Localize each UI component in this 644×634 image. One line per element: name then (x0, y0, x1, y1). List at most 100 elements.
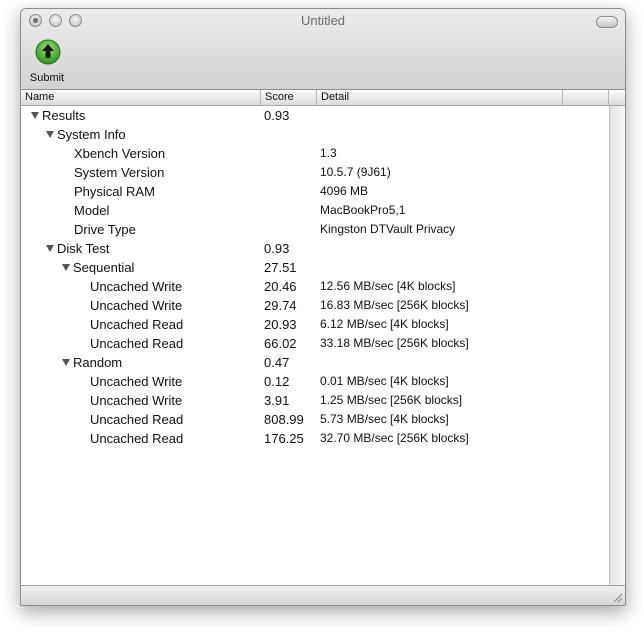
row-name-cell: Physical RAM (74, 182, 155, 201)
row-name-cell: Uncached Write (90, 296, 182, 315)
row-name-label: Uncached Read (90, 317, 184, 332)
row-name-cell: Drive Type (74, 220, 136, 239)
outline-row[interactable]: Xbench Version 1.3 (21, 144, 609, 163)
row-detail: 1.25 MB/sec [256K blocks] (320, 393, 463, 407)
row-detail: Kingston DTVault Privacy (320, 222, 456, 236)
row-name-label: Uncached Write (90, 374, 183, 389)
row-detail: 16.83 MB/sec [256K blocks] (320, 298, 469, 312)
row-score: 27.51 (264, 260, 297, 275)
outline-row[interactable]: Uncached Write 0.12 0.01 MB/sec [4K blocks… (21, 372, 609, 391)
row-score: 20.46 (264, 279, 297, 294)
row-name-cell: Sequential (62, 258, 134, 277)
submit-button[interactable]: Submit (27, 39, 67, 87)
outline-row[interactable]: System Version 10.5.7 (9J61) (21, 163, 609, 182)
outline-row[interactable]: Drive Type Kingston DTVault Privacy (21, 220, 609, 239)
row-score: 20.93 (264, 317, 297, 332)
row-name-cell: Random (62, 353, 122, 372)
disclosure-triangle-icon[interactable] (31, 112, 39, 119)
row-name-cell: Uncached Write (90, 277, 182, 296)
column-header-name[interactable]: Name (21, 90, 261, 105)
row-detail: 5.73 MB/sec [4K blocks] (320, 412, 449, 426)
row-name-label: Physical RAM (74, 184, 155, 199)
row-name-cell: Uncached Read (90, 410, 183, 429)
outline-row[interactable]: Physical RAM 4096 MB (21, 182, 609, 201)
row-name-cell: Uncached Read (90, 315, 183, 334)
row-score: 29.74 (264, 298, 297, 313)
disclosure-triangle-icon[interactable] (62, 264, 70, 271)
row-name-label: System Version (74, 165, 165, 180)
row-detail: 6.12 MB/sec [4K blocks] (320, 317, 449, 331)
row-detail: 4096 MB (320, 184, 369, 198)
row-name-label: Uncached Write (90, 393, 183, 408)
disclosure-triangle-icon[interactable] (46, 245, 54, 252)
disclosure-triangle-icon[interactable] (62, 359, 70, 366)
resize-grip-icon[interactable] (611, 591, 623, 603)
row-name-label: Random (73, 355, 123, 370)
row-score: 66.02 (264, 336, 297, 351)
horizontal-scrollbar[interactable] (21, 585, 625, 605)
toolbar: Untitled Submit (21, 9, 625, 90)
outline-row[interactable]: Uncached Write 29.74 16.83 MB/sec [256K bl… (21, 296, 609, 315)
row-name-label: Drive Type (74, 222, 136, 237)
outline-row[interactable]: Uncached Read 176.25 32.70 MB/sec [256K bl… (21, 429, 609, 448)
outline-row[interactable]: Sequential 27.51 (21, 258, 609, 277)
row-name-label: Disk Test (57, 241, 110, 256)
column-header-empty (563, 90, 609, 105)
toolbar-toggle-button[interactable] (596, 16, 618, 28)
row-name-label: Model (74, 203, 110, 218)
column-header-detail[interactable]: Detail (317, 90, 563, 105)
row-name-label: Uncached Read (90, 412, 184, 427)
row-score: 176.25 (264, 431, 304, 446)
row-name-cell: Results (31, 106, 85, 125)
outline-row[interactable]: Uncached Read 66.02 33.18 MB/sec [256K blo… (21, 334, 609, 353)
results-outline: Results 0.93 System Info Xbench Version 1.3 S… (21, 106, 609, 585)
outline-row[interactable]: Uncached Write 20.46 12.56 MB/sec [4K bloc… (21, 277, 609, 296)
row-score: 0.93 (264, 108, 290, 123)
outline-row[interactable]: Results 0.93 (21, 106, 609, 125)
row-name-label: Sequential (73, 260, 135, 275)
row-score: 0.93 (264, 241, 290, 256)
row-name-cell: Uncached Write (90, 391, 182, 410)
row-name-cell: Disk Test (46, 239, 110, 258)
outline-row[interactable]: System Info (21, 125, 609, 144)
column-header-score[interactable]: Score (261, 90, 317, 105)
disclosure-triangle-icon[interactable] (46, 131, 54, 138)
row-score: 3.91 (264, 393, 290, 408)
up-arrow-icon (35, 39, 61, 65)
outline-row[interactable]: Uncached Read 20.93 6.12 MB/sec [4K blocks… (21, 315, 609, 334)
row-detail: 32.70 MB/sec [256K blocks] (320, 431, 469, 445)
vertical-scrollbar[interactable] (609, 106, 625, 585)
row-name-label: Uncached Write (90, 279, 183, 294)
row-name-cell: Uncached Read (90, 429, 183, 448)
row-name-cell: Xbench Version (74, 144, 165, 163)
row-name-label: Uncached Read (90, 336, 184, 351)
row-name-label: Xbench Version (74, 146, 166, 161)
outline-row[interactable]: Random 0.47 (21, 353, 609, 372)
outline-row[interactable]: Uncached Read 808.99 5.73 MB/sec [4K block… (21, 410, 609, 429)
row-score: 0.47 (264, 355, 290, 370)
row-name-label: Uncached Read (90, 431, 184, 446)
row-score: 0.12 (264, 374, 290, 389)
row-name-cell: System Version (74, 163, 164, 182)
app-window: Untitled Submit Name Score Detail Result… (20, 8, 626, 606)
outline-row[interactable]: Model MacBookPro5,1 (21, 201, 609, 220)
row-name-cell: Model (74, 201, 109, 220)
column-header: Name Score Detail (21, 90, 625, 106)
row-name-label: Uncached Write (90, 298, 183, 313)
row-name-cell: System Info (46, 125, 126, 144)
submit-label: Submit (29, 72, 65, 84)
outline-row[interactable]: Disk Test 0.93 (21, 239, 609, 258)
row-detail: MacBookPro5,1 (320, 203, 406, 217)
row-score: 808.99 (264, 412, 304, 427)
row-name-cell: Uncached Write (90, 372, 182, 391)
row-detail: 1.3 (320, 146, 337, 160)
row-detail: 12.56 MB/sec [4K blocks] (320, 279, 456, 293)
row-detail: 10.5.7 (9J61) (320, 165, 391, 179)
outline-row[interactable]: Uncached Write 3.91 1.25 MB/sec [256K bloc… (21, 391, 609, 410)
row-name-label: Results (42, 108, 86, 123)
window-title: Untitled (300, 13, 346, 28)
row-name-cell: Uncached Read (90, 334, 183, 353)
row-detail: 33.18 MB/sec [256K blocks] (320, 336, 469, 350)
row-detail: 0.01 MB/sec [4K blocks] (320, 374, 449, 388)
row-name-label: System Info (57, 127, 126, 142)
